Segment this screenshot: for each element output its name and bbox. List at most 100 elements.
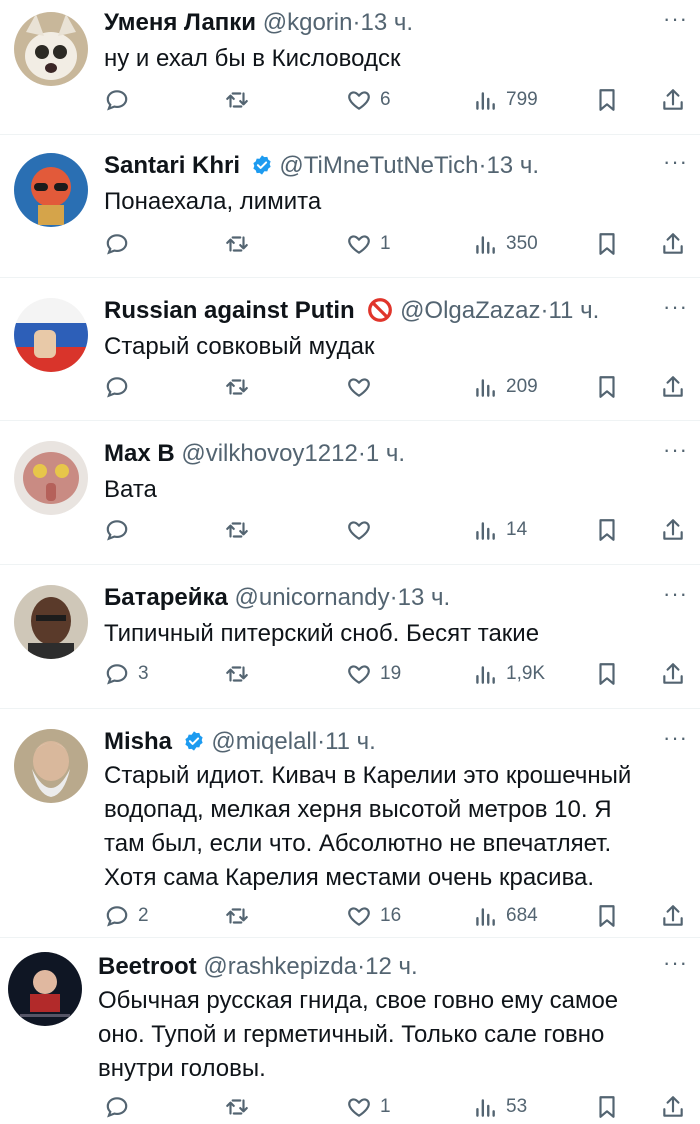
- views-button[interactable]: 209: [472, 370, 538, 404]
- tweet-3[interactable]: Russian against Putin @OlgaZazaz·11 ч. ·…: [0, 278, 700, 420]
- share-button[interactable]: [660, 899, 686, 933]
- views-button[interactable]: 53: [472, 1090, 527, 1124]
- tweet-4[interactable]: Max B @vilkhovoy1212·1 ч. ··· Вата 14: [0, 421, 700, 564]
- author-name[interactable]: Russian against Putin: [104, 297, 355, 324]
- bookmark-button[interactable]: [594, 227, 620, 261]
- tweet-text: Понаехала, лимита: [104, 185, 684, 219]
- more-options-button[interactable]: ···: [663, 294, 688, 320]
- tweet-6[interactable]: Misha @miqelall·11 ч. ··· Старый идиот. …: [0, 709, 700, 937]
- timestamp[interactable]: 13 ч.: [486, 152, 539, 179]
- timestamp[interactable]: 12 ч.: [365, 953, 418, 980]
- reply-button[interactable]: [104, 83, 138, 117]
- share-button[interactable]: [660, 227, 686, 261]
- retweet-icon: [226, 522, 248, 538]
- retweet-button[interactable]: [224, 513, 250, 547]
- views-button[interactable]: 1,9K: [472, 657, 545, 691]
- bookmark-button[interactable]: [594, 370, 620, 404]
- avatar[interactable]: [14, 441, 88, 515]
- avatar[interactable]: [14, 729, 88, 803]
- bookmark-button[interactable]: [594, 657, 620, 691]
- author-name[interactable]: Beetroot: [98, 953, 197, 980]
- timestamp[interactable]: 1 ч.: [366, 440, 405, 467]
- tweet-7[interactable]: Beetroot @rashkepizda·12 ч. ··· Обычная …: [0, 938, 700, 1118]
- retweet-icon: [226, 236, 248, 252]
- author-handle[interactable]: @OlgaZazaz: [400, 297, 540, 324]
- bookmark-button[interactable]: [594, 513, 620, 547]
- author-name[interactable]: Батарейка: [104, 584, 228, 611]
- reply-button[interactable]: [104, 370, 138, 404]
- reply-button[interactable]: [104, 513, 138, 547]
- avatar[interactable]: [8, 952, 82, 1026]
- author-handle[interactable]: @kgorin: [263, 9, 353, 36]
- author-name[interactable]: Misha: [104, 728, 172, 755]
- bookmark-button[interactable]: [594, 1090, 620, 1124]
- like-button[interactable]: 6: [346, 83, 391, 117]
- more-options-button[interactable]: ···: [663, 725, 688, 751]
- timestamp[interactable]: 13 ч.: [360, 9, 413, 36]
- like-button[interactable]: [346, 370, 380, 404]
- reply-button[interactable]: 2: [104, 899, 149, 933]
- share-button[interactable]: [660, 657, 686, 691]
- author-handle[interactable]: @TiMneTutNeTich: [279, 152, 478, 179]
- share-button[interactable]: [660, 1090, 686, 1124]
- like-button[interactable]: 19: [346, 657, 401, 691]
- reply-button[interactable]: 3: [104, 657, 149, 691]
- timestamp[interactable]: 13 ч.: [398, 584, 451, 611]
- avatar[interactable]: [14, 153, 88, 227]
- heart-icon: [348, 665, 370, 684]
- view-count: 209: [506, 376, 538, 397]
- timestamp[interactable]: 11 ч.: [325, 728, 376, 755]
- views-button[interactable]: 799: [472, 83, 538, 117]
- views-button[interactable]: 350: [472, 227, 538, 261]
- tweet-5[interactable]: Батарейка @unicornandy·13 ч. ··· Типичны…: [0, 565, 700, 708]
- share-button[interactable]: [660, 513, 686, 547]
- like-button[interactable]: 1: [346, 227, 391, 261]
- like-button[interactable]: 16: [346, 899, 401, 933]
- retweet-button[interactable]: [224, 1090, 250, 1124]
- tweet-text: Старый идиот. Кивач в Карелии это крошеч…: [104, 759, 684, 895]
- tweet-text-line: Хотя сама Карелия местами очень красива.: [104, 864, 595, 891]
- bookmark-icon: [599, 233, 615, 255]
- tweet-2[interactable]: Santari Khri @TiMneTutNeTich·13 ч. ··· П…: [0, 135, 700, 277]
- retweet-button[interactable]: [224, 227, 250, 261]
- retweet-button[interactable]: [224, 370, 250, 404]
- author-name[interactable]: Santari Khri: [104, 152, 240, 179]
- tweet-text-line: Старый идиот. Кивач в Карелии это крошеч…: [104, 762, 632, 789]
- reply-button[interactable]: [104, 1090, 138, 1124]
- author-handle[interactable]: @vilkhovoy1212: [181, 440, 357, 467]
- tweet-text-line: там был, если что. Абсолютно не впечатля…: [104, 830, 612, 857]
- bookmark-button[interactable]: [594, 83, 620, 117]
- share-icon: [663, 519, 683, 540]
- more-options-button[interactable]: ···: [663, 6, 688, 32]
- like-button[interactable]: [346, 513, 380, 547]
- more-options-button[interactable]: ···: [663, 149, 688, 175]
- reply-button[interactable]: [104, 227, 138, 261]
- avatar[interactable]: [14, 585, 88, 659]
- bookmark-button[interactable]: [594, 899, 620, 933]
- more-options-button[interactable]: ···: [663, 581, 688, 607]
- more-options-button[interactable]: ···: [663, 950, 688, 976]
- retweet-icon: [226, 666, 248, 682]
- author-handle[interactable]: @miqelall: [211, 728, 317, 755]
- retweet-button[interactable]: [224, 899, 250, 933]
- share-button[interactable]: [660, 370, 686, 404]
- tweet-1[interactable]: Уменя Лапки @kgorin·13 ч. ··· ну и ехал …: [0, 0, 700, 134]
- timestamp[interactable]: 11 ч.: [548, 297, 599, 324]
- share-button[interactable]: [660, 83, 686, 117]
- avatar[interactable]: [14, 298, 88, 372]
- retweet-button[interactable]: [224, 657, 250, 691]
- reply-icon: [106, 377, 128, 398]
- author-name[interactable]: Max B: [104, 440, 175, 467]
- author-handle[interactable]: @unicornandy: [235, 584, 390, 611]
- author-name[interactable]: Уменя Лапки: [104, 9, 256, 36]
- more-options-button[interactable]: ···: [663, 437, 688, 463]
- heart-icon: [348, 235, 370, 254]
- tweet-header: Beetroot @rashkepizda·12 ч.: [98, 952, 418, 982]
- views-button[interactable]: 684: [472, 899, 538, 933]
- author-handle[interactable]: @rashkepizda: [203, 953, 357, 980]
- like-button[interactable]: 1: [346, 1090, 391, 1124]
- views-button[interactable]: 14: [472, 513, 527, 547]
- like-count: 1: [380, 233, 391, 254]
- avatar[interactable]: [14, 12, 88, 86]
- retweet-button[interactable]: [224, 83, 250, 117]
